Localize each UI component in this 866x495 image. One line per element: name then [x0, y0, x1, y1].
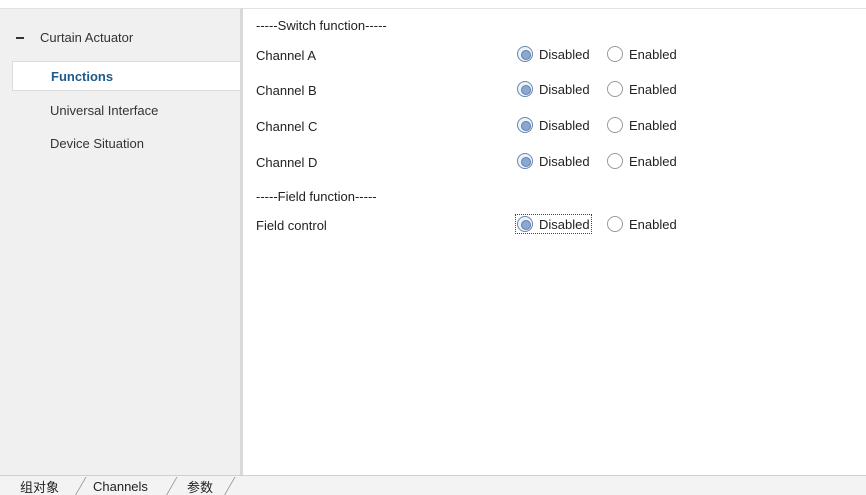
- tab-separator: [74, 477, 87, 495]
- sidebar-item-label: Functions: [51, 68, 114, 84]
- radio-unchecked-icon: [607, 216, 623, 232]
- tab-parameters[interactable]: 参数: [187, 476, 213, 495]
- channel-a-label: Channel A: [256, 48, 316, 63]
- channel-b-label: Channel B: [256, 83, 317, 98]
- radio-checked-icon: [517, 117, 533, 133]
- option-enabled-label: Enabled: [629, 46, 677, 62]
- channel-b-enabled-radio[interactable]: Enabled: [607, 81, 677, 97]
- tab-channels[interactable]: Channels: [93, 476, 148, 495]
- tab-label: 参数: [187, 479, 214, 495]
- tab-label: Channels: [93, 478, 148, 494]
- radio-checked-icon: [517, 46, 533, 62]
- sidebar-item-functions[interactable]: Functions: [12, 61, 240, 91]
- sidebar-item-device-situation[interactable]: Device Situation: [12, 128, 240, 158]
- radio-checked-icon: [517, 153, 533, 169]
- sidebar-item-label: Device Situation: [50, 135, 144, 151]
- switch-function-header: -----Switch function-----: [256, 18, 387, 33]
- field-control-enabled-radio[interactable]: Enabled: [607, 216, 677, 232]
- tree-root-curtain-actuator[interactable]: Curtain Actuator: [0, 17, 240, 57]
- field-control-row: Field control Disabled Enabled: [243, 214, 866, 237]
- field-function-header: -----Field function-----: [256, 189, 377, 204]
- radio-unchecked-icon: [607, 153, 623, 169]
- option-disabled-label: Disabled: [539, 46, 590, 62]
- radio-unchecked-icon: [607, 117, 623, 133]
- tree-root-label: Curtain Actuator: [40, 29, 134, 45]
- tab-separator: [165, 477, 178, 495]
- channel-a-row: Channel A Disabled Enabled: [243, 45, 866, 67]
- tab-label: 组对象: [20, 479, 60, 495]
- tab-separator: [223, 477, 236, 495]
- channel-a-enabled-radio[interactable]: Enabled: [607, 46, 677, 62]
- channel-c-row: Channel C Disabled Enabled: [243, 116, 866, 138]
- channel-b-disabled-radio[interactable]: Disabled: [517, 81, 590, 97]
- sidebar: Curtain Actuator Functions Universal Int…: [0, 8, 240, 475]
- field-control-label: Field control: [256, 218, 327, 233]
- channel-b-row: Channel B Disabled Enabled: [243, 80, 866, 102]
- radio-unchecked-icon: [607, 46, 623, 62]
- parameter-panel: -----Switch function----- Channel A Disa…: [243, 8, 866, 475]
- channel-c-label: Channel C: [256, 119, 318, 134]
- channel-c-disabled-radio[interactable]: Disabled: [517, 117, 590, 133]
- channel-d-disabled-radio[interactable]: Disabled: [517, 153, 590, 169]
- option-disabled-label: Disabled: [539, 81, 590, 97]
- radio-checked-icon: [517, 81, 533, 97]
- option-disabled-label: Disabled: [539, 153, 590, 169]
- channel-d-row: Channel D Disabled Enabled: [243, 152, 866, 174]
- option-disabled-label: Disabled: [539, 117, 590, 133]
- channel-a-disabled-radio[interactable]: Disabled: [517, 46, 590, 62]
- channel-d-label: Channel D: [256, 155, 318, 170]
- bottom-tab-bar: 组对象 Channels 参数: [0, 475, 866, 495]
- field-control-disabled-radio[interactable]: Disabled: [515, 214, 592, 234]
- option-enabled-label: Enabled: [629, 117, 677, 133]
- radio-unchecked-icon: [607, 81, 623, 97]
- radio-checked-icon: [517, 216, 533, 232]
- option-enabled-label: Enabled: [629, 81, 677, 97]
- collapse-icon[interactable]: [16, 36, 24, 39]
- option-disabled-label: Disabled: [539, 216, 590, 232]
- channel-c-enabled-radio[interactable]: Enabled: [607, 117, 677, 133]
- sidebar-item-universal-interface[interactable]: Universal Interface: [12, 95, 240, 125]
- sidebar-item-label: Universal Interface: [50, 102, 159, 118]
- option-enabled-label: Enabled: [629, 216, 677, 232]
- option-enabled-label: Enabled: [629, 153, 677, 169]
- tab-group-objects[interactable]: 组对象: [20, 476, 59, 495]
- channel-d-enabled-radio[interactable]: Enabled: [607, 153, 677, 169]
